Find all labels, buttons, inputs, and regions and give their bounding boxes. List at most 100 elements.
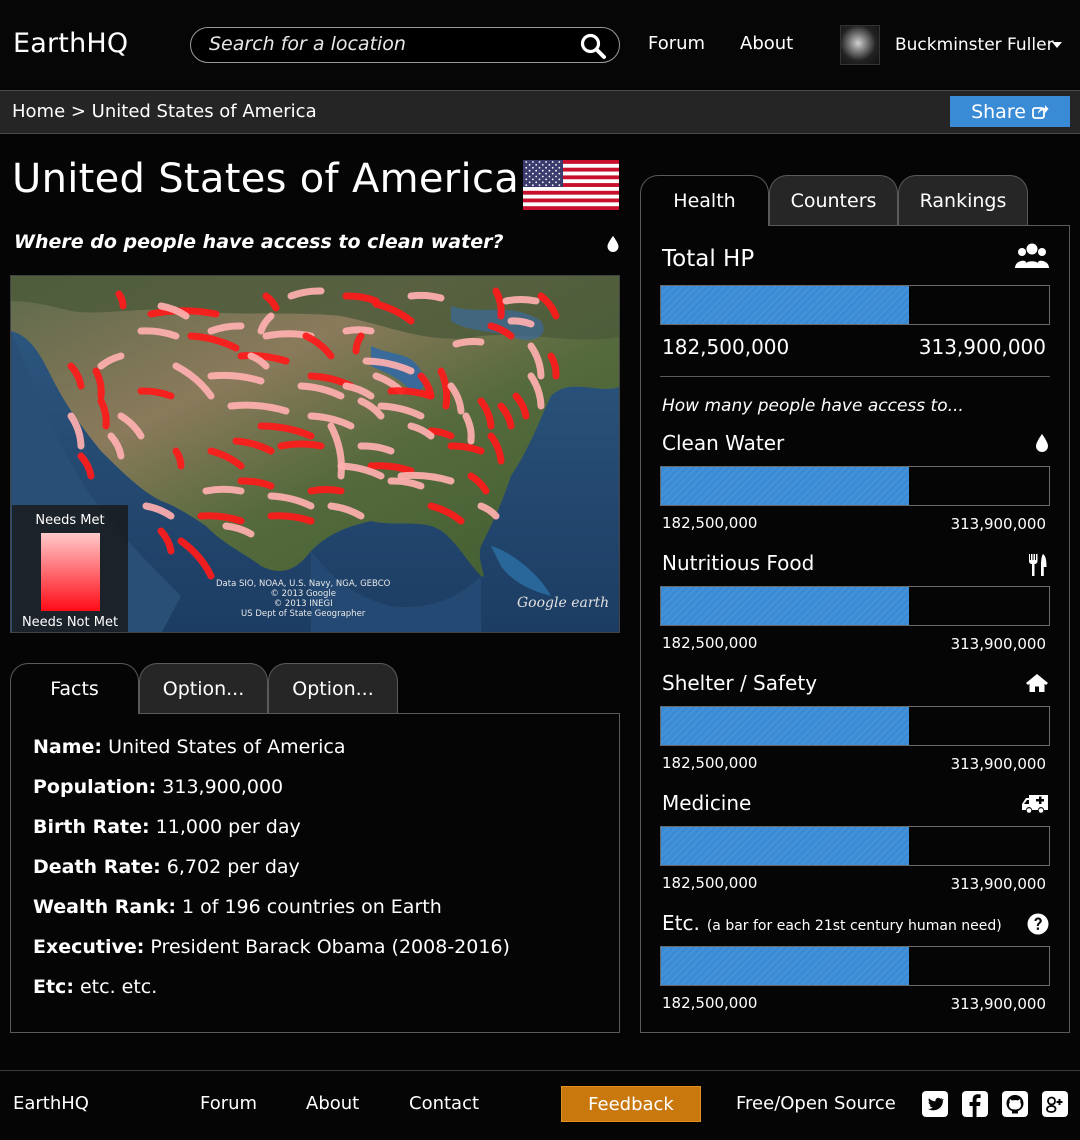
heat-stroke	[77, 452, 95, 480]
map-credit-line: Data SIO, NOAA, U.S. Navy, NGA, GEBCO	[216, 579, 391, 589]
need-title: Nutritious Food	[662, 551, 815, 575]
github-icon[interactable]	[1002, 1091, 1028, 1117]
share-icon	[1032, 105, 1049, 119]
legend-top-label: Needs Met	[35, 513, 105, 528]
search-icon[interactable]	[579, 32, 607, 60]
need-bar-fill	[661, 587, 910, 625]
tab-option-1[interactable]: Option...	[139, 663, 268, 713]
nav-about[interactable]: About	[740, 33, 793, 54]
fact-label: Death Rate:	[33, 856, 161, 878]
tab-health[interactable]: Health	[640, 175, 769, 226]
heat-stroke	[277, 440, 325, 450]
heat-stroke	[342, 292, 380, 305]
tab-facts[interactable]: Facts	[10, 663, 139, 714]
heat-stroke	[502, 296, 540, 305]
footer-forum-link[interactable]: Forum	[200, 1093, 257, 1114]
heat-stroke	[177, 537, 215, 580]
breadcrumb[interactable]: Home > United States of America	[12, 101, 317, 122]
fact-value: United States of America	[108, 736, 346, 758]
heat-stroke	[492, 287, 505, 320]
fork-knife-icon	[1027, 553, 1049, 581]
total-hp-current: 182,500,000	[662, 335, 790, 359]
need-max: 313,900,000	[950, 515, 1046, 533]
heat-map[interactable]: Data SIO, NOAA, U.S. Navy, NGA, GEBCO © …	[10, 275, 620, 633]
heat-stroke	[287, 287, 325, 300]
need-title: Medicine	[662, 791, 752, 815]
feedback-button[interactable]: Feedback	[561, 1086, 701, 1122]
fact-value: 6,702 per day	[166, 856, 300, 878]
twitter-icon[interactable]	[922, 1091, 948, 1117]
heat-stroke	[367, 462, 415, 475]
footer-about-link[interactable]: About	[306, 1093, 359, 1114]
heat-stroke	[362, 357, 415, 375]
tab-counters[interactable]: Counters	[769, 175, 898, 225]
tab-rankings[interactable]: Rankings	[898, 175, 1028, 225]
need-max: 313,900,000	[950, 995, 1046, 1013]
heat-stroke	[222, 522, 255, 538]
heat-stroke	[137, 387, 175, 400]
health-panel: Total HP 182,500,000 313,900,000 How man…	[640, 225, 1070, 1033]
fact-row: Birth Rate: 11,000 per day	[33, 816, 301, 838]
fact-label: Name:	[33, 736, 103, 758]
fact-row: Etc: etc. etc.	[33, 976, 157, 998]
heat-stroke	[202, 485, 245, 495]
heat-stroke	[527, 342, 545, 380]
footer-logo[interactable]: EarthHQ	[13, 1093, 89, 1114]
breadcrumb-bar: Home > United States of America Share	[0, 90, 1080, 134]
need-bar-fill	[661, 707, 910, 745]
heat-stroke	[512, 392, 530, 420]
heat-stroke	[407, 422, 435, 440]
google-plus-icon[interactable]	[1042, 1091, 1068, 1117]
fact-value: 313,900,000	[162, 776, 284, 798]
nav-forum[interactable]: Forum	[648, 33, 705, 54]
heat-stroke	[67, 412, 85, 450]
fact-value: etc. etc.	[79, 976, 158, 998]
heat-stroke	[387, 477, 425, 490]
heat-stroke	[67, 362, 85, 390]
footer: EarthHQ Forum About Contact Feedback Fre…	[0, 1070, 1080, 1140]
heat-stroke	[547, 352, 560, 380]
open-source-link[interactable]: Free/Open Source	[736, 1093, 896, 1114]
search-input[interactable]: Search for a location	[209, 33, 406, 55]
heat-stroke	[447, 442, 485, 455]
fact-row: Death Rate: 6,702 per day	[33, 856, 300, 878]
heat-stroke	[377, 402, 425, 420]
heat-stroke	[462, 412, 475, 445]
need-label: Shelter / Safety	[662, 671, 817, 695]
need-bar-fill	[661, 827, 910, 865]
heat-stroke	[352, 332, 365, 355]
tab-option-2[interactable]: Option...	[268, 663, 398, 713]
need-bar	[660, 706, 1050, 746]
heat-stroke	[477, 397, 495, 430]
need-current: 182,500,000	[662, 994, 758, 1012]
avatar[interactable]	[840, 25, 880, 65]
heat-stroke	[207, 371, 265, 385]
caret-down-icon[interactable]	[1052, 42, 1062, 48]
page: EarthHQ Search for a location Forum Abou…	[0, 0, 1080, 1140]
heat-stroke	[307, 486, 345, 495]
need-max: 313,900,000	[950, 635, 1046, 653]
map-credit-line: © 2013 Google	[270, 589, 336, 599]
question-icon[interactable]	[1027, 913, 1049, 939]
share-button[interactable]: Share	[950, 96, 1070, 127]
search-box[interactable]: Search for a location	[190, 27, 620, 63]
fact-value: President Barack Obama (2008-2016)	[150, 936, 510, 958]
map-credit-line: © 2013 INEGI	[273, 599, 333, 609]
heat-stroke	[115, 290, 127, 310]
fact-label: Executive:	[33, 936, 145, 958]
legend-bottom-label: Needs Not Met	[21, 615, 119, 630]
heat-stroke	[232, 437, 275, 455]
map-question: Where do people have access to clean wat…	[14, 231, 504, 253]
heat-stroke	[342, 382, 375, 400]
heat-stroke	[92, 367, 105, 400]
fact-row: Wealth Rank: 1 of 196 countries on Earth	[33, 896, 442, 918]
people-group-icon	[1015, 243, 1049, 268]
us-flag-icon	[523, 160, 619, 210]
facebook-icon[interactable]	[962, 1091, 988, 1117]
heat-stroke	[357, 397, 385, 420]
heat-stroke	[142, 502, 175, 520]
user-menu[interactable]: Buckminster Fuller	[895, 35, 1054, 55]
footer-contact-link[interactable]: Contact	[409, 1093, 479, 1114]
logo[interactable]: EarthHQ	[13, 28, 128, 59]
ambulance-icon	[1021, 793, 1049, 819]
